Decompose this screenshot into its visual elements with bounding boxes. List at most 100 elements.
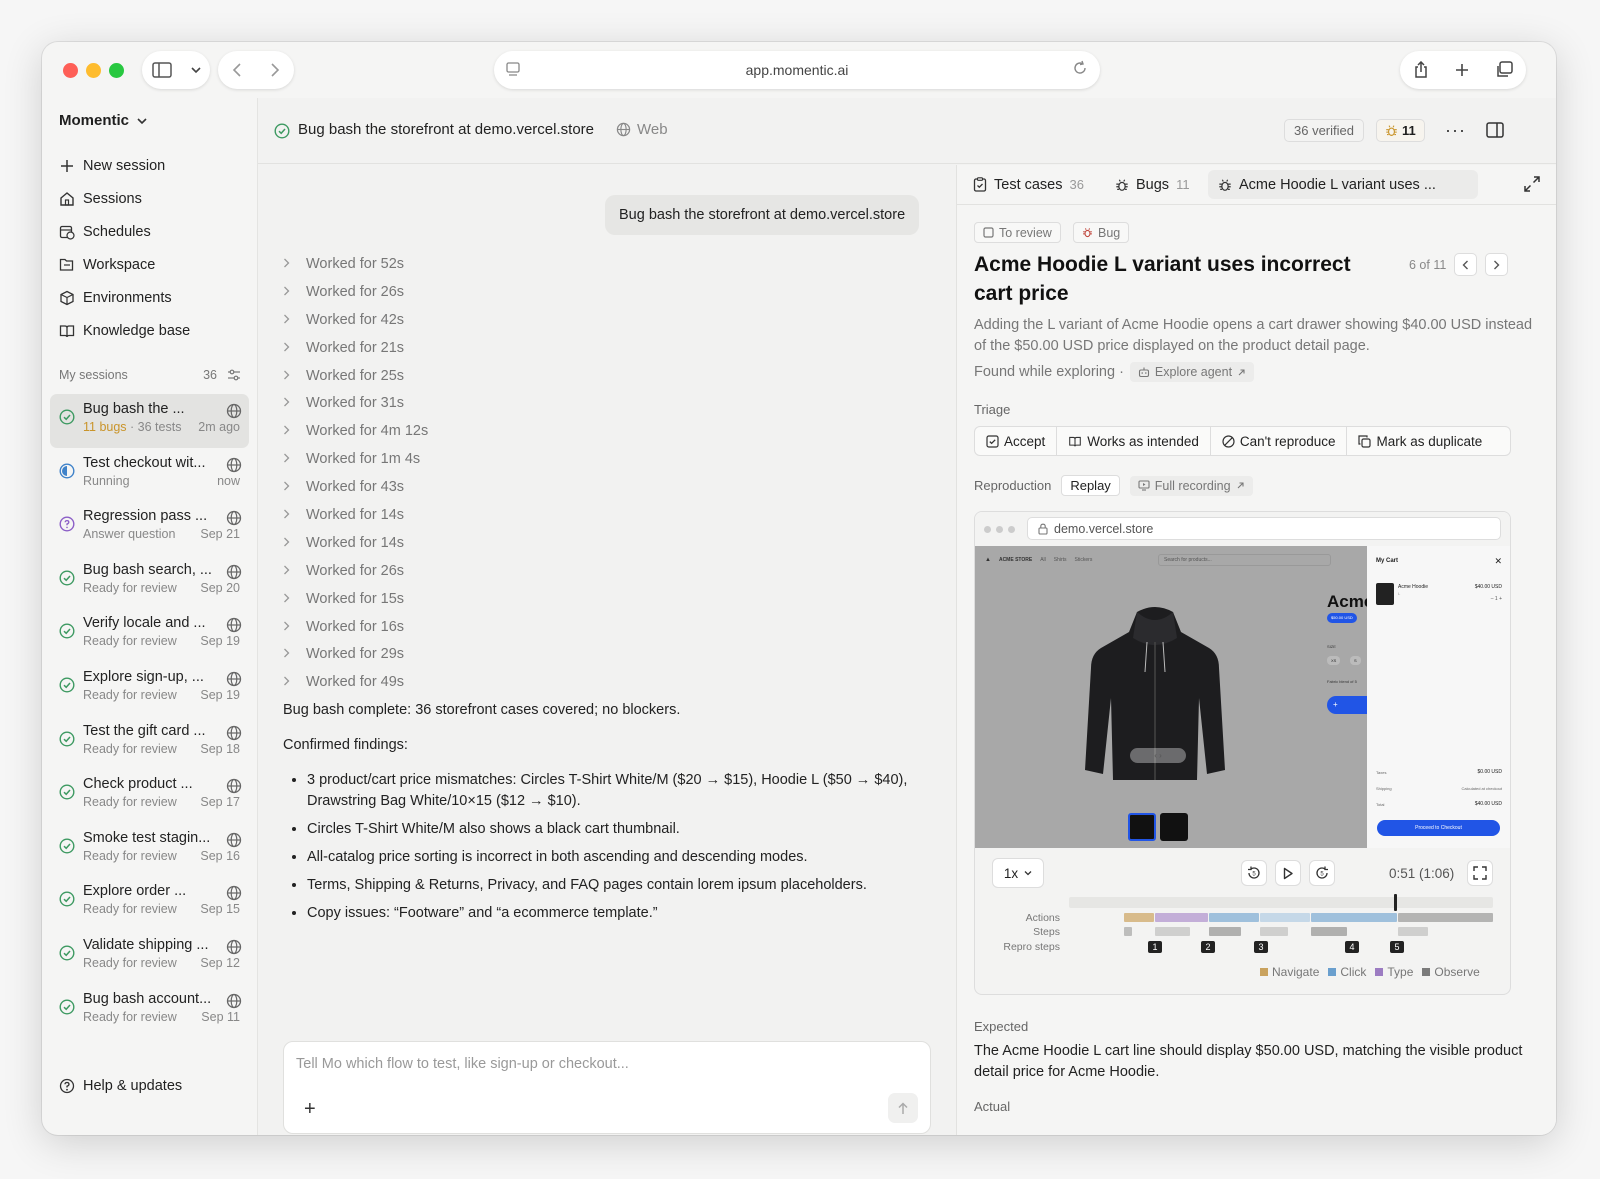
work-log-item[interactable]: Worked for 15s (283, 585, 683, 613)
share-icon[interactable] (1413, 61, 1429, 79)
work-log-item[interactable]: Worked for 14s (283, 501, 683, 529)
work-log-item[interactable]: Worked for 42s (283, 306, 683, 334)
work-log-item[interactable]: Worked for 16s (283, 613, 683, 641)
cart-shipping-value: Calculated at checkout (1461, 786, 1502, 791)
sidebar-toggle-group[interactable] (142, 51, 210, 89)
thumbnail-2[interactable] (1160, 813, 1188, 841)
work-log-item[interactable]: Worked for 21s (283, 334, 683, 362)
chevron-down-icon[interactable] (190, 66, 201, 74)
cant-reproduce-button[interactable]: Can't reproduce (1211, 427, 1348, 455)
session-time: now (217, 473, 240, 488)
session-list: Bug bash the ... 11 bugs · 36 tests 2m ago… (50, 394, 249, 1037)
work-log-item[interactable]: Worked for 29s (283, 640, 683, 668)
copy-icon (1358, 434, 1372, 448)
store-nav-stickers: Stickers (1074, 557, 1093, 563)
rewind-5-button[interactable]: 5 (1241, 860, 1267, 886)
session-item[interactable]: Test checkout wit... Running now (50, 448, 249, 502)
more-options-icon[interactable]: ··· (1445, 120, 1466, 141)
repro-step-marker[interactable]: 4 (1345, 941, 1359, 953)
page-menu-icon[interactable] (505, 61, 521, 77)
work-log-item[interactable]: Worked for 26s (283, 557, 683, 585)
work-log-item[interactable]: Worked for 31s (283, 389, 683, 417)
work-log-item[interactable]: Worked for 52s (283, 250, 683, 278)
chevron-right-icon (283, 341, 293, 355)
tab-current-bug[interactable]: Acme Hoodie L variant uses ... (1208, 170, 1478, 199)
work-log-item[interactable]: Worked for 4m 12s (283, 417, 683, 445)
minimize-window-button[interactable] (86, 62, 101, 78)
step-segment (1311, 927, 1347, 936)
tab-overview-icon[interactable] (1495, 61, 1514, 79)
verified-badge[interactable]: 36 verified (1284, 119, 1364, 142)
replay-frame[interactable]: ▲ ACME STORE All Shirts Stickers Search … (975, 546, 1510, 848)
accept-button[interactable]: Accept (975, 427, 1058, 455)
image-carousel-arrows[interactable]: ‹ › (1130, 748, 1186, 763)
help-updates-link[interactable]: Help & updates (59, 1078, 182, 1094)
session-item[interactable]: Bug bash account... Ready for review Sep 1… (50, 984, 249, 1038)
nav-new-session[interactable]: New session (59, 149, 249, 182)
session-item[interactable]: Smoke test stagin... Ready for review Sep … (50, 823, 249, 877)
session-item[interactable]: Bug bash the ... 11 bugs · 36 tests 2m ago (50, 394, 249, 448)
repro-step-marker[interactable]: 5 (1390, 941, 1404, 953)
reload-icon[interactable] (1072, 60, 1088, 76)
send-button[interactable] (888, 1093, 918, 1123)
session-status: Ready for review (83, 580, 177, 595)
replay-toggle[interactable]: Replay (1061, 475, 1120, 496)
session-item[interactable]: Explore order ... Ready for review Sep 15 (50, 876, 249, 930)
address-bar[interactable]: app.momentic.ai (494, 51, 1100, 89)
work-log-item[interactable]: Worked for 14s (283, 529, 683, 557)
workspace-switcher[interactable]: Momentic (59, 112, 147, 129)
works-as-intended-button[interactable]: Works as intended (1057, 427, 1211, 455)
previous-bug-button[interactable] (1454, 253, 1478, 276)
attach-plus-icon[interactable]: + (304, 1098, 316, 1121)
playback-speed-select[interactable]: 1x (992, 858, 1044, 888)
filter-icon[interactable] (227, 368, 241, 382)
right-panel-toggle-icon[interactable] (1486, 122, 1504, 138)
new-tab-icon[interactable] (1454, 62, 1470, 78)
message-input[interactable] (296, 1056, 896, 1072)
session-item[interactable]: Regression pass ... Answer question Sep 21 (50, 501, 249, 555)
session-item[interactable]: Verify locale and ... Ready for review Sep… (50, 608, 249, 662)
to-review-tag[interactable]: To review (974, 222, 1061, 243)
back-icon[interactable] (232, 62, 242, 78)
fullscreen-button[interactable] (1467, 860, 1493, 886)
close-window-button[interactable] (63, 62, 78, 78)
thumbnail-1[interactable] (1128, 813, 1156, 841)
mark-as-duplicate-button[interactable]: Mark as duplicate (1347, 427, 1493, 455)
session-item[interactable]: Explore sign-up, ... Ready for review Sep … (50, 662, 249, 716)
session-item[interactable]: Test the gift card ... Ready for review Se… (50, 716, 249, 770)
session-item[interactable]: Bug bash search, ... Ready for review Sep … (50, 555, 249, 609)
repro-step-marker[interactable]: 2 (1201, 941, 1215, 953)
work-log-item[interactable]: Worked for 43s (283, 473, 683, 501)
forward-5-button[interactable]: 5 (1309, 860, 1335, 886)
forward-icon[interactable] (270, 62, 280, 78)
tab-bugs[interactable]: Bugs 11 (1115, 170, 1190, 199)
work-log-item[interactable]: Worked for 1m 4s (283, 445, 683, 473)
bug-count-badge[interactable]: 11 (1376, 119, 1425, 142)
sidebar-icon[interactable] (151, 62, 172, 78)
expand-icon[interactable] (1523, 175, 1541, 193)
zoom-window-button[interactable] (109, 62, 124, 78)
scrubber-track[interactable] (1069, 897, 1493, 908)
chip-text: Full recording (1154, 478, 1231, 493)
play-button[interactable] (1275, 860, 1301, 886)
full-recording-link[interactable]: Full recording (1129, 475, 1253, 496)
repro-step-marker[interactable]: 3 (1254, 941, 1268, 953)
work-log-item[interactable]: Worked for 25s (283, 362, 683, 390)
nav-workspace[interactable]: Workspace (59, 248, 249, 281)
next-bug-button[interactable] (1485, 253, 1509, 276)
nav-knowledge-base[interactable]: Knowledge base (59, 314, 249, 347)
explore-agent-link[interactable]: Explore agent (1129, 362, 1255, 382)
session-item[interactable]: Check product ... Ready for review Sep 17 (50, 769, 249, 823)
tab-test-cases[interactable]: Test cases 36 (973, 170, 1084, 199)
session-item[interactable]: Validate shipping ... Ready for review Sep… (50, 930, 249, 984)
bug-tag[interactable]: Bug (1073, 222, 1130, 243)
nav-environments[interactable]: Environments (59, 281, 249, 314)
nav-schedules[interactable]: Schedules (59, 215, 249, 248)
bug-icon (1116, 178, 1128, 191)
nav-sessions[interactable]: Sessions (59, 182, 249, 215)
work-log-item[interactable]: Worked for 49s (283, 668, 683, 696)
repro-step-marker[interactable]: 1 (1148, 941, 1162, 953)
work-log-item[interactable]: Worked for 26s (283, 278, 683, 306)
chevron-right-icon (283, 285, 293, 299)
scrubber-playhead[interactable] (1393, 894, 1397, 911)
